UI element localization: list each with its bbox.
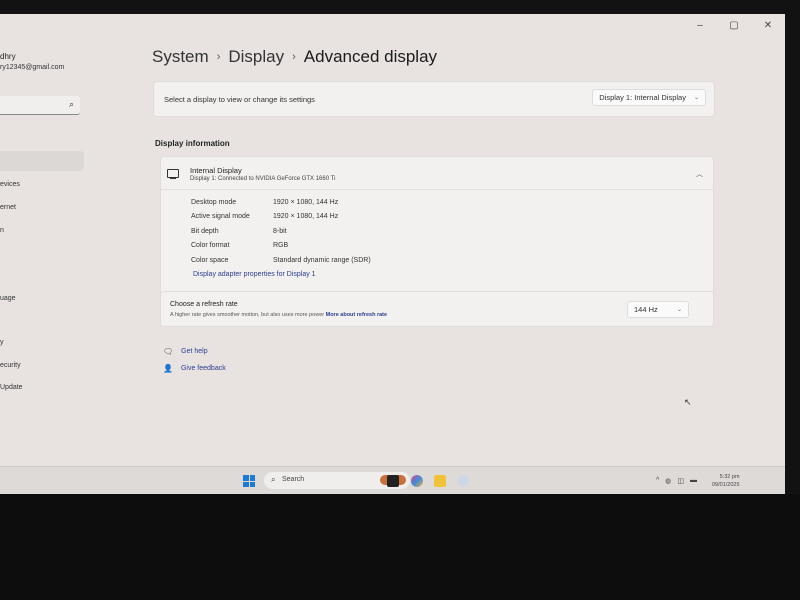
- sidebar-item-accessibility[interactable]: y: [0, 339, 4, 346]
- display-dropdown[interactable]: Display 1: Internal Display ⌄: [592, 89, 706, 106]
- refresh-rate-card: Choose a refresh rate A higher rate give…: [160, 291, 714, 327]
- display-select-card: Select a display to view or change its s…: [153, 81, 715, 117]
- refresh-rate-title: Choose a refresh rate: [170, 301, 238, 308]
- chevron-down-icon: ⌄: [676, 307, 682, 313]
- info-label: Bit depth: [191, 228, 219, 235]
- refresh-rate-desc-text: A higher rate gives smoother motion, but…: [170, 312, 325, 318]
- refresh-rate-dropdown[interactable]: 144 Hz ⌄: [627, 301, 689, 318]
- info-value: Standard dynamic range (SDR): [273, 257, 371, 264]
- display-dropdown-value: Display 1: Internal Display: [599, 93, 686, 102]
- give-feedback-link[interactable]: 👤 Give feedback: [163, 364, 226, 373]
- sidebar-item-devices[interactable]: evices: [0, 181, 20, 188]
- refresh-rate-link[interactable]: More about refresh rate: [326, 312, 387, 318]
- display-info-header[interactable]: Internal Display Display 1: Connected to…: [161, 157, 713, 190]
- taskbar: ⌕ Search ^ ◍ ◫ ▬ 5:32 pm 09/01/2025: [0, 466, 785, 494]
- battery-icon[interactable]: ▬: [690, 477, 697, 485]
- mouse-cursor-icon: ↖: [684, 397, 692, 407]
- breadcrumb-display[interactable]: Display: [228, 47, 284, 67]
- info-label: Color format: [191, 242, 230, 249]
- monitor-icon: [167, 169, 179, 179]
- breadcrumb-system[interactable]: System: [152, 47, 209, 67]
- minimize-button[interactable]: –: [693, 20, 707, 31]
- info-value: 8-bit: [273, 228, 287, 235]
- breadcrumb-separator: ›: [216, 51, 221, 63]
- feedback-icon: 👤: [163, 364, 173, 373]
- settings-search-input[interactable]: ⌕: [0, 96, 80, 115]
- settings-icon[interactable]: [457, 475, 469, 487]
- sidebar-item-personalization[interactable]: n: [0, 227, 4, 234]
- chevron-up-icon[interactable]: ^: [656, 477, 659, 485]
- sidebar-item-windows-update[interactable]: Update: [0, 384, 23, 391]
- info-row: Desktop mode 1920 × 1080, 144 Hz: [191, 199, 338, 206]
- info-value: 1920 × 1080, 144 Hz: [273, 199, 339, 206]
- adapter-properties-link[interactable]: Display adapter properties for Display 1: [193, 271, 316, 278]
- clock-time: 5:32 pm: [719, 474, 740, 480]
- window-controls: – ▢ ✕: [693, 20, 775, 31]
- chevron-up-icon[interactable]: ︿: [696, 169, 703, 179]
- user-email: ry12345@gmail.com: [0, 64, 65, 71]
- chevron-down-icon: ⌄: [693, 95, 699, 101]
- screen: – ▢ ✕ dhry ry12345@gmail.com ⌕ evices er…: [0, 14, 785, 494]
- display-subtitle: Display 1: Connected to NVIDIA GeForce G…: [190, 176, 336, 182]
- refresh-rate-description: A higher rate gives smoother motion, but…: [170, 312, 387, 318]
- sidebar-item-system[interactable]: [0, 151, 84, 171]
- taskbar-search-placeholder: Search: [282, 476, 305, 483]
- info-value: RGB: [273, 242, 289, 249]
- volume-icon[interactable]: ◫: [677, 477, 684, 485]
- breadcrumb-separator: ›: [292, 51, 296, 63]
- file-explorer-icon[interactable]: [434, 475, 446, 487]
- user-name: dhry: [0, 52, 16, 61]
- search-icon: ⌕: [68, 99, 74, 109]
- info-row: Active signal mode 1920 × 1080, 144 Hz: [191, 213, 338, 220]
- sidebar-item-network[interactable]: ernet: [0, 204, 16, 211]
- network-icon[interactable]: ◍: [665, 477, 671, 485]
- give-feedback-label: Give feedback: [180, 365, 226, 372]
- clock[interactable]: 5:32 pm 09/01/2025: [712, 473, 740, 489]
- copilot-icon[interactable]: [411, 475, 423, 487]
- info-row: Color space Standard dynamic range (SDR): [191, 257, 371, 264]
- close-button[interactable]: ✕: [761, 20, 775, 31]
- help-icon: 🗨: [163, 347, 174, 356]
- maximize-button[interactable]: ▢: [727, 20, 741, 31]
- info-value: 1920 × 1080, 144 Hz: [273, 213, 339, 220]
- search-icon: ⌕: [271, 475, 276, 484]
- sidebar-item-privacy-security[interactable]: ecurity: [0, 362, 21, 369]
- clock-date: 09/01/2025: [712, 482, 740, 488]
- info-label: Color space: [191, 257, 229, 264]
- sidebar-item-language[interactable]: uage: [0, 295, 16, 302]
- page-title: Advanced display: [303, 47, 438, 66]
- laptop-bezel: [0, 494, 800, 600]
- get-help-label: Get help: [181, 348, 208, 355]
- display-select-label: Select a display to view or change its s…: [164, 95, 315, 104]
- info-label: Desktop mode: [191, 199, 237, 206]
- get-help-link[interactable]: 🗨 Get help: [163, 347, 208, 356]
- display-name: Internal Display: [190, 166, 242, 175]
- task-view-icon[interactable]: [387, 475, 399, 487]
- sidebar: dhry ry12345@gmail.com ⌕ evices ernet n …: [0, 14, 140, 474]
- info-row: Bit depth 8-bit: [191, 228, 287, 235]
- info-label: Active signal mode: [191, 213, 250, 220]
- info-row: Color format RGB: [191, 242, 288, 249]
- refresh-rate-value: 144 Hz: [634, 305, 658, 314]
- system-tray: ^ ◍ ◫ ▬: [656, 477, 697, 485]
- breadcrumb: System › Display › Advanced display: [152, 47, 437, 67]
- section-title: Display information: [155, 139, 230, 148]
- start-button[interactable]: [243, 475, 255, 487]
- display-info-card: Internal Display Display 1: Connected to…: [160, 156, 714, 298]
